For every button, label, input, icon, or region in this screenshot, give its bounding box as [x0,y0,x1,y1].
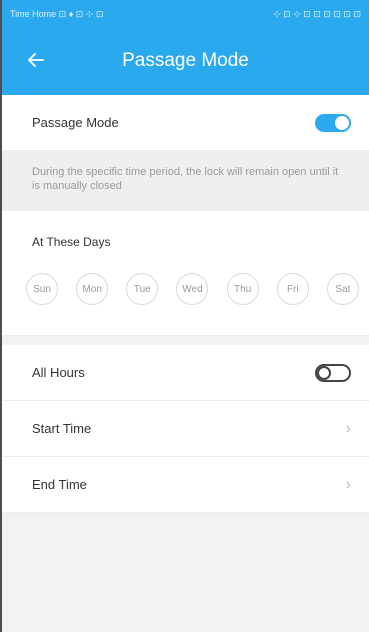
section-gap [2,336,369,345]
day-button-wed[interactable]: Wed [176,273,209,305]
start-time-label: Start Time [32,421,92,436]
day-button-fri[interactable]: Fri [276,273,309,305]
passage-mode-row: Passage Mode [2,95,369,151]
passage-mode-label: Passage Mode [32,115,119,130]
passage-mode-toggle[interactable] [315,113,351,132]
settings-content: Passage Mode During the specific time pe… [2,95,369,513]
toggle-knob [335,115,349,130]
day-button-thu[interactable]: Thu [226,273,259,305]
status-bar-left: Time Home ⊡ ♦ ⊡ ⊹ ⊡ [10,9,104,19]
passage-mode-description: During the specific time period, the loc… [2,151,369,211]
all-hours-row: All Hours [2,345,369,401]
days-section: At These Days Sun Mon Tue Wed Thu Fri Sa… [2,211,369,336]
day-button-mon[interactable]: Mon [76,273,109,305]
all-hours-toggle[interactable] [315,363,351,382]
end-time-label: End Time [32,477,87,492]
chevron-right-icon: › [345,475,351,493]
nav-bar: Passage Mode [2,28,369,95]
all-hours-label: All Hours [32,365,85,380]
status-bar: Time Home ⊡ ♦ ⊡ ⊹ ⊡ ⊹ ⊡ ⊹ ⊡ ⊡ ⊡ ⊡ ⊡ ⊡ [2,0,369,28]
day-button-sat[interactable]: Sat [326,273,359,305]
app-header: Time Home ⊡ ♦ ⊡ ⊹ ⊡ ⊹ ⊡ ⊹ ⊡ ⊡ ⊡ ⊡ ⊡ ⊡ Pa… [2,0,369,95]
day-button-sun[interactable]: Sun [26,273,58,305]
status-bar-right: ⊹ ⊡ ⊹ ⊡ ⊡ ⊡ ⊡ ⊡ ⊡ [273,9,361,19]
day-button-tue[interactable]: Tue [126,273,159,305]
days-label: At These Days [32,235,111,249]
toggle-knob [317,365,331,380]
page-title: Passage Mode [122,50,249,71]
start-time-row[interactable]: Start Time › [2,401,369,457]
end-time-row[interactable]: End Time › [2,457,369,513]
chevron-right-icon: › [345,419,351,437]
day-selector: Sun Mon Tue Wed Thu Fri Sat [2,273,369,305]
